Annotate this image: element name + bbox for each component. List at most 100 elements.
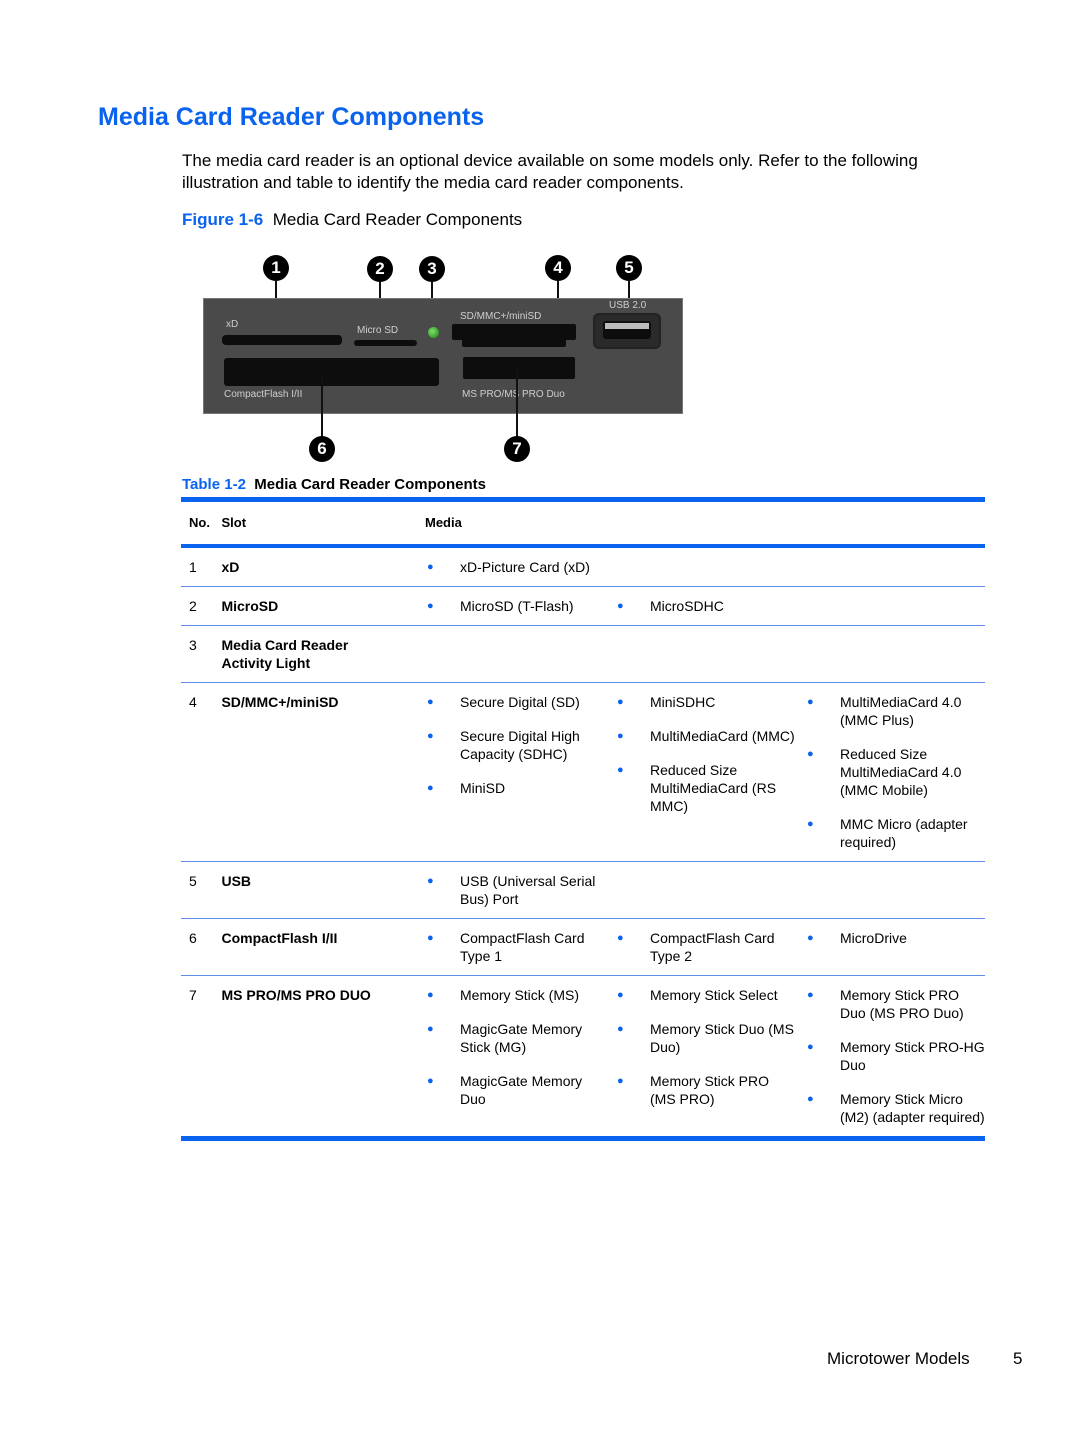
media-column: ● Memory Stick PRO Duo (MS PRO Duo) ● Memor… [805,986,985,1126]
slot-name: Media Card Reader Activity Light [221,637,349,671]
media-item-text: USB (Universal Serial Bus) Port [460,873,596,907]
media-item: ● CompactFlash Card Type 1 [425,929,615,965]
media-column: ● Memory Stick Select ● Memory Stick Duo (M… [615,986,805,1126]
media-item: ● Memory Stick Duo (MS Duo) [615,1020,805,1056]
bullet-icon: ● [427,696,434,708]
bullet-icon: ● [427,932,434,944]
media-column [805,872,985,908]
bullet-icon: ● [807,818,814,830]
row-number: 2 [189,598,197,614]
row-number: 7 [189,987,197,1003]
bullet-icon: ● [617,600,624,612]
bullet-icon: ● [617,1075,624,1087]
media-column: ● Memory Stick (MS) ● MagicGate Memory Stic… [425,986,615,1126]
bullet-icon: ● [427,561,434,573]
media-column: ● MultiMediaCard 4.0 (MMC Plus) ● Reduced S… [805,693,985,851]
bullet-icon: ● [807,696,814,708]
table-caption: Table 1-2 Media Card Reader Components [182,476,486,493]
media-item-text: Secure Digital (SD) [460,694,580,710]
leader-line-7 [516,365,518,437]
callout-1: 1 [263,255,289,281]
media-item: ● Memory Stick PRO-HG Duo [805,1038,985,1074]
table-row: 5 USB ● USB (Universal Serial Bus) Port [181,862,985,919]
callout-2: 2 [367,256,393,282]
table-row: 6 CompactFlash I/II ● CompactFlash Card Typ… [181,919,985,976]
sdmmc-label: SD/MMC+/miniSD [460,311,542,322]
bullet-icon: ● [427,875,434,887]
bullet-icon: ● [617,932,624,944]
xd-label: xD [226,319,239,330]
media-column [615,558,805,576]
figure-number: Figure 1-6 [182,210,264,229]
media-item: ● Memory Stick Select [615,986,805,1004]
media-item-text: MiniSDHC [650,694,716,710]
media-cell: ● Memory Stick (MS) ● MagicGate Memory Stic… [425,976,985,1139]
media-item-text: Secure Digital High Capacity (SDHC) [460,728,580,762]
bullet-icon: ● [427,730,434,742]
media-item: ● USB (Universal Serial Bus) Port [425,872,615,908]
row-number: 1 [189,559,197,575]
compactflash-slot [224,358,439,386]
table-row: 4 SD/MMC+/miniSD ● Secure Digital (SD) ● Secu… [181,683,985,862]
bullet-icon: ● [617,696,624,708]
table-row: 7 MS PRO/MS PRO DUO ● Memory Stick (MS) ● Mag… [181,976,985,1139]
media-item-text: CompactFlash Card Type 1 [460,930,585,964]
compactflash-label: CompactFlash I/II [224,389,303,400]
media-column: ● MiniSDHC ● MultiMediaCard (MMC) ● Reduced S… [615,693,805,851]
card-reader-panel: xD Micro SD SD/MMC+/miniSD USB 2.0 Compa… [203,298,683,414]
media-cell: ● xD-Picture Card (xD) [425,546,985,587]
media-item: ● CompactFlash Card Type 2 [615,929,805,965]
media-column [615,872,805,908]
row-number: 5 [189,873,197,889]
media-item-text: MicroSDHC [650,598,724,614]
bullet-icon: ● [427,600,434,612]
media-item-text: Memory Stick Duo (MS Duo) [650,1021,794,1055]
sdmmc-slot-lower [462,337,566,347]
media-column: ● xD-Picture Card (xD) [425,558,615,576]
card-reader-illustration: 1 2 3 4 5 xD Micro SD SD/MMC+/miniSD USB… [203,253,685,465]
media-column: ● MicroSD (T-Flash) [425,597,615,615]
row-number: 4 [189,694,197,710]
slot-name: SD/MMC+/miniSD [221,694,339,710]
microsd-label: Micro SD [357,325,399,336]
header-no: No. [181,502,222,548]
media-item-text: MMC Micro (adapter required) [840,816,968,850]
media-item-text: Memory Stick Micro (M2) (adapter require… [840,1091,985,1125]
header-slot: Slot [221,502,425,548]
media-item-text: Memory Stick PRO (MS PRO) [650,1073,770,1107]
page-title: Media Card Reader Components [98,103,485,131]
media-item: ● Memory Stick (MS) [425,986,615,1004]
bullet-icon: ● [427,1075,434,1087]
bullet-icon: ● [617,989,624,1001]
media-item: ● MultiMediaCard 4.0 (MMC Plus) [805,693,985,729]
table-row: 3 Media Card Reader Activity Light [181,626,985,683]
bullet-icon: ● [617,764,624,776]
media-column [805,597,985,615]
slot-name: xD [221,559,240,575]
microsd-slot [354,340,417,346]
media-item-text: MiniSD [460,780,506,796]
media-column: ● MicroDrive [805,929,985,965]
media-item: ● Secure Digital High Capacity (SDHC) [425,727,615,763]
media-column: ● USB (Universal Serial Bus) Port [425,872,615,908]
bullet-icon: ● [807,1041,814,1053]
media-item: ● MultiMediaCard (MMC) [615,727,805,745]
slot-name: USB [221,873,252,889]
media-cell: ● USB (Universal Serial Bus) Port [425,862,985,919]
table-number: Table 1-2 [182,476,246,493]
components-table: No. Slot Media 1 xD ● xD-Picture Card (xD) 2… [181,497,985,1141]
bullet-icon: ● [427,782,434,794]
bullet-icon: ● [617,730,624,742]
media-item-text: Reduced Size MultiMediaCard (RS MMC) [650,762,777,814]
media-item: ● MiniSD [425,779,615,797]
footer-section-title: Microtower Models [827,1349,970,1368]
media-column: ● CompactFlash Card Type 2 [615,929,805,965]
callout-6: 6 [309,436,335,462]
media-item: ● MicroDrive [805,929,985,947]
media-item-text: Memory Stick PRO Duo (MS PRO Duo) [840,987,964,1021]
page-number: 5 [1013,1349,1023,1368]
table-row: 2 MicroSD ● MicroSD (T-Flash) ● MicroSDHC [181,587,985,626]
media-item-text: Memory Stick (MS) [460,987,579,1003]
figure-caption: Figure 1-6 Media Card Reader Components [182,210,522,230]
callout-3: 3 [419,256,445,282]
